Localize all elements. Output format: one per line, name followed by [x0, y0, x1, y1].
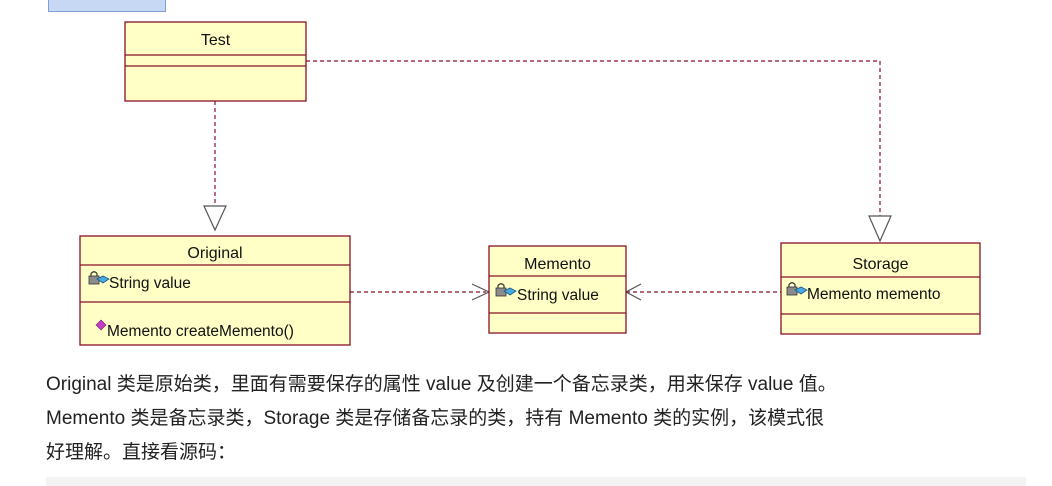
description-line: Original 类是原始类，里面有需要保存的属性 value 及创建一个备忘录…: [46, 374, 837, 395]
description-line: 好理解。直接看源码：: [46, 442, 237, 463]
class-original-name: Original: [187, 245, 242, 262]
storage-attribute: Memento memento: [807, 286, 941, 303]
relation-original-memento: [350, 283, 491, 301]
relation-storage-memento: [624, 283, 781, 301]
class-storage: Storage Memento memento: [780, 242, 981, 335]
uml-class-diagram: Test Original String value Memento creat…: [79, 21, 981, 346]
relation-test-storage: [306, 60, 892, 243]
original-operation: Memento createMemento(): [107, 323, 294, 340]
class-storage-name: Storage: [852, 256, 908, 273]
class-original: Original String value Memento createMeme…: [79, 235, 351, 346]
description-line: Memento 类是备忘录类，Storage 类是存储备忘录的类，持有 Meme…: [46, 408, 825, 429]
class-test-name: Test: [201, 32, 231, 49]
code-block-edge: [46, 477, 1026, 486]
original-attribute: String value: [109, 275, 191, 292]
class-memento-name: Memento: [524, 256, 591, 273]
class-test: Test: [124, 21, 307, 102]
memento-attribute: String value: [517, 287, 599, 304]
class-memento: Memento String value: [488, 245, 627, 334]
description-paragraph: Original 类是原始类，里面有需要保存的属性 value 及创建一个备忘录…: [46, 368, 1036, 470]
